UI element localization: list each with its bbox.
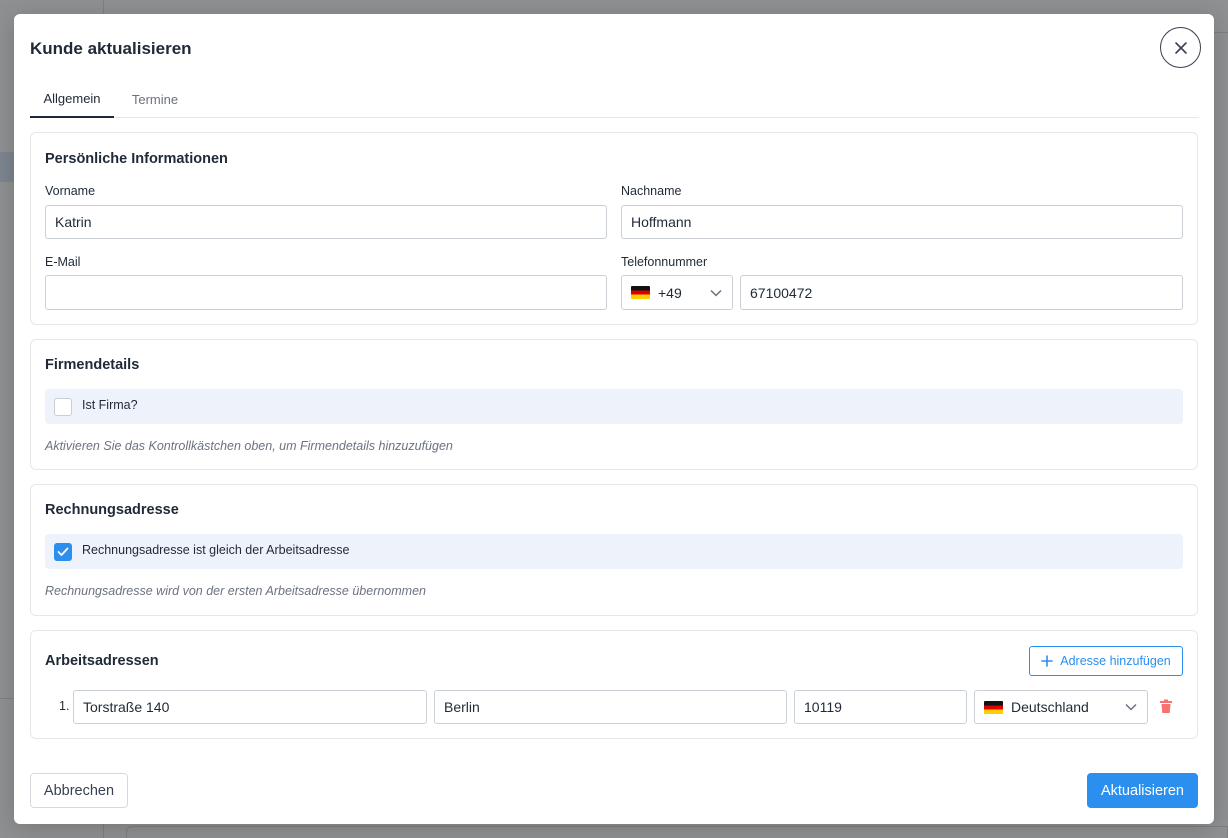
- tab-bar: Allgemein Termine: [30, 80, 1199, 118]
- phone-prefix: +49: [658, 284, 682, 301]
- zip-value: 10119: [804, 699, 842, 715]
- section-title: Arbeitsadressen: [45, 653, 159, 669]
- section-title: Persönliche Informationen: [45, 151, 228, 167]
- company-details-card: Firmendetails Ist Firma? Aktivieren Sie …: [30, 339, 1198, 470]
- phone-number-field[interactable]: 67100472: [740, 275, 1183, 310]
- personal-info-card: Persönliche Informationen Vorname Katrin…: [30, 132, 1198, 325]
- billing-address-card: Rechnungsadresse Rechnungsadresse ist gl…: [30, 484, 1198, 616]
- phone-number-value: 67100472: [750, 284, 813, 301]
- email-field[interactable]: [45, 275, 607, 310]
- company-hint: Aktivieren Sie das Kontrollkästchen oben…: [45, 439, 453, 453]
- tab-appointments[interactable]: Termine: [122, 80, 188, 118]
- phone-country-select[interactable]: +49: [621, 275, 733, 310]
- update-customer-dialog: Kunde aktualisieren Allgemein Termine Pe…: [14, 14, 1214, 824]
- is-company-checkbox[interactable]: [54, 398, 72, 416]
- dialog-title: Kunde aktualisieren: [30, 39, 192, 58]
- country-select[interactable]: Deutschland: [974, 690, 1148, 724]
- first-name-value: Katrin: [55, 214, 92, 230]
- update-button[interactable]: Aktualisieren: [1087, 773, 1198, 808]
- cancel-button[interactable]: Abbrechen: [30, 773, 128, 808]
- billing-same-checkbox[interactable]: [54, 543, 72, 561]
- check-icon: [57, 547, 69, 556]
- add-address-button[interactable]: Adresse hinzufügen: [1029, 646, 1183, 676]
- close-icon: [1174, 41, 1187, 54]
- section-title: Firmendetails: [45, 357, 140, 373]
- close-button[interactable]: [1160, 27, 1201, 68]
- chevron-down-icon: [1125, 703, 1137, 711]
- last-name-field[interactable]: Hoffmann: [621, 205, 1183, 239]
- tab-general[interactable]: Allgemein: [30, 80, 114, 118]
- phone-label: Telefonnummer: [621, 255, 708, 269]
- street-field[interactable]: Torstraße 140: [73, 690, 427, 724]
- delete-address-button[interactable]: [1159, 699, 1173, 719]
- address-row-number: 1.: [59, 699, 70, 713]
- section-title: Rechnungsadresse: [45, 502, 179, 518]
- last-name-label: Nachname: [621, 184, 682, 198]
- zip-field[interactable]: 10119: [794, 690, 967, 724]
- billing-hint: Rechnungsadresse wird von der ersten Arb…: [45, 584, 426, 598]
- trash-icon: [1160, 699, 1172, 713]
- work-addresses-card: Arbeitsadressen Adresse hinzufügen 1. To…: [30, 630, 1198, 739]
- country-value: Deutschland: [1011, 699, 1089, 715]
- street-value: Torstraße 140: [83, 699, 170, 715]
- chevron-down-icon: [710, 289, 722, 297]
- email-label: E-Mail: [45, 255, 81, 269]
- last-name-value: Hoffmann: [631, 214, 692, 230]
- billing-same-label: Rechnungsadresse ist gleich der Arbeitsa…: [82, 543, 350, 557]
- city-value: Berlin: [444, 699, 480, 715]
- plus-icon: [1041, 655, 1054, 667]
- first-name-field[interactable]: Katrin: [45, 205, 607, 239]
- is-company-row[interactable]: Ist Firma?: [45, 389, 1183, 424]
- add-address-label: Adresse hinzufügen: [1060, 654, 1171, 668]
- city-field[interactable]: Berlin: [434, 690, 787, 724]
- is-company-label: Ist Firma?: [82, 398, 138, 412]
- de-flag-icon: [984, 700, 1003, 714]
- de-flag-icon: [631, 286, 650, 299]
- billing-same-row[interactable]: Rechnungsadresse ist gleich der Arbeitsa…: [45, 534, 1183, 569]
- background-panel: [126, 826, 1228, 838]
- first-name-label: Vorname: [45, 184, 96, 198]
